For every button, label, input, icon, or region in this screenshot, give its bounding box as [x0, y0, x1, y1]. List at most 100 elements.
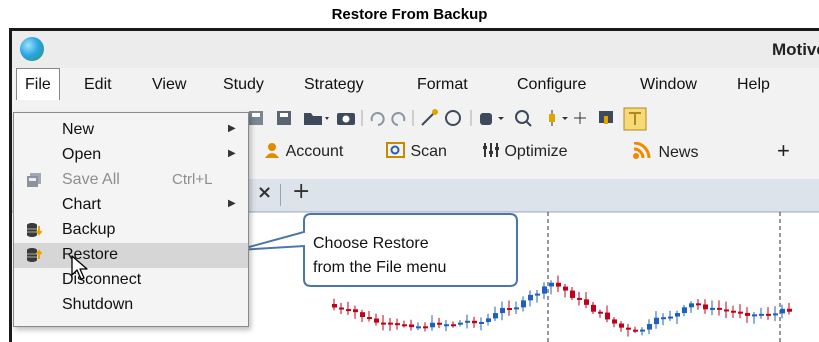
candle [402, 324, 407, 327]
candle [752, 314, 757, 317]
camera-icon[interactable] [337, 113, 355, 125]
open-folder-icon[interactable] [304, 113, 329, 125]
account-icon [265, 143, 279, 158]
menu-item-backup[interactable]: Backup [14, 218, 248, 243]
hand-tool-icon[interactable] [480, 113, 504, 125]
submenu-arrow-icon: ▶ [228, 123, 236, 134]
menu-item-open-label: Open [62, 146, 102, 163]
candle [339, 307, 344, 310]
magic-wand-icon[interactable] [421, 109, 438, 126]
candle [486, 318, 491, 322]
crosshair-icon[interactable] [574, 112, 586, 124]
candle [360, 312, 365, 318]
candle [619, 323, 624, 328]
candle [423, 326, 428, 329]
candle [717, 307, 722, 310]
optimize-button[interactable]: Optimize [482, 142, 568, 161]
candle [738, 311, 743, 314]
optimize-icon [483, 143, 499, 157]
menu-item-backup-label: Backup [62, 221, 116, 238]
candle [500, 308, 505, 314]
candle [612, 319, 617, 324]
file-menu: New ▶ Open ▶ Save All Ctrl+L Chart ▶ Bac… [13, 112, 249, 327]
candle [542, 286, 547, 294]
news-button[interactable]: News [632, 141, 698, 162]
candle [367, 317, 372, 320]
zoom-icon[interactable] [515, 110, 532, 127]
menu-item-chart[interactable]: Chart ▶ [14, 193, 248, 218]
candle [654, 317, 659, 325]
candle [710, 307, 715, 310]
menu-item-shutdown[interactable]: Shutdown [14, 293, 248, 318]
candle-style-icon[interactable] [549, 110, 568, 126]
page-caption: Restore From Backup [331, 6, 488, 23]
menu-study[interactable]: Study [223, 76, 264, 94]
candle [731, 310, 736, 313]
menu-edit[interactable]: Edit [84, 76, 112, 94]
candle [766, 313, 771, 316]
menu-item-chart-label: Chart [62, 196, 102, 213]
candle [374, 318, 379, 323]
drawing-tool-icon[interactable] [599, 111, 613, 124]
candle [675, 313, 680, 317]
candle [395, 323, 400, 326]
candle [570, 290, 575, 298]
tab-divider [280, 184, 281, 206]
candle [493, 313, 498, 319]
candle [465, 320, 470, 323]
candle [479, 321, 484, 324]
candle [507, 308, 512, 311]
scan-button[interactable]: Scan [386, 142, 447, 161]
alarm-icon[interactable] [445, 110, 461, 126]
candle [556, 282, 561, 287]
menu-window[interactable]: Window [640, 76, 697, 94]
candle [787, 308, 792, 312]
submenu-arrow-icon: ▶ [228, 198, 236, 209]
menu-file[interactable]: File [16, 68, 60, 100]
menu-item-open[interactable]: Open ▶ [14, 143, 248, 168]
menu-view[interactable]: View [152, 76, 186, 94]
candle [633, 329, 638, 332]
menu-item-restore[interactable]: Restore [14, 243, 248, 268]
candle [745, 312, 750, 316]
account-button[interactable]: Account [264, 142, 343, 161]
menu-item-disconnect[interactable]: Disconnect [14, 268, 248, 293]
menu-bar: File Edit View Study Strategy Format Con… [12, 68, 819, 101]
menu-item-shutdown-label: Shutdown [62, 296, 134, 313]
rss-icon [633, 141, 651, 159]
candle [689, 303, 694, 308]
close-tab-icon[interactable]: × [257, 182, 272, 203]
mouse-cursor-icon [71, 255, 88, 280]
undo-icon[interactable] [370, 112, 385, 126]
menu-item-new[interactable]: New ▶ [14, 118, 248, 143]
candle [598, 311, 603, 314]
candle [626, 327, 631, 330]
save-icon[interactable] [249, 111, 263, 125]
candle [521, 300, 526, 308]
menu-configure[interactable]: Configure [517, 76, 586, 94]
candle [647, 324, 652, 330]
restore-icon [27, 248, 42, 262]
candle [528, 294, 533, 301]
menu-format[interactable]: Format [417, 76, 468, 94]
window-title: Motive [772, 40, 819, 59]
redo-icon[interactable] [391, 112, 406, 126]
menu-help[interactable]: Help [737, 76, 770, 94]
menu-strategy[interactable]: Strategy [304, 76, 364, 94]
menu-item-new-label: New [62, 121, 95, 138]
add-panel-button[interactable]: + [777, 138, 790, 164]
save-as-icon[interactable] [277, 111, 291, 125]
candle [332, 304, 337, 308]
optimize-label: Optimize [504, 143, 568, 160]
candle [773, 313, 778, 316]
candle [696, 303, 701, 306]
candle [640, 329, 645, 332]
menu-item-save-all[interactable]: Save All Ctrl+L [14, 168, 248, 193]
candle [605, 312, 610, 320]
price-line-icon[interactable] [623, 107, 647, 131]
callout-text: Choose Restore from the File menu [313, 232, 513, 280]
candle [563, 286, 568, 291]
candle [703, 304, 708, 310]
new-tab-icon[interactable]: + [292, 179, 310, 204]
candle [668, 316, 673, 319]
